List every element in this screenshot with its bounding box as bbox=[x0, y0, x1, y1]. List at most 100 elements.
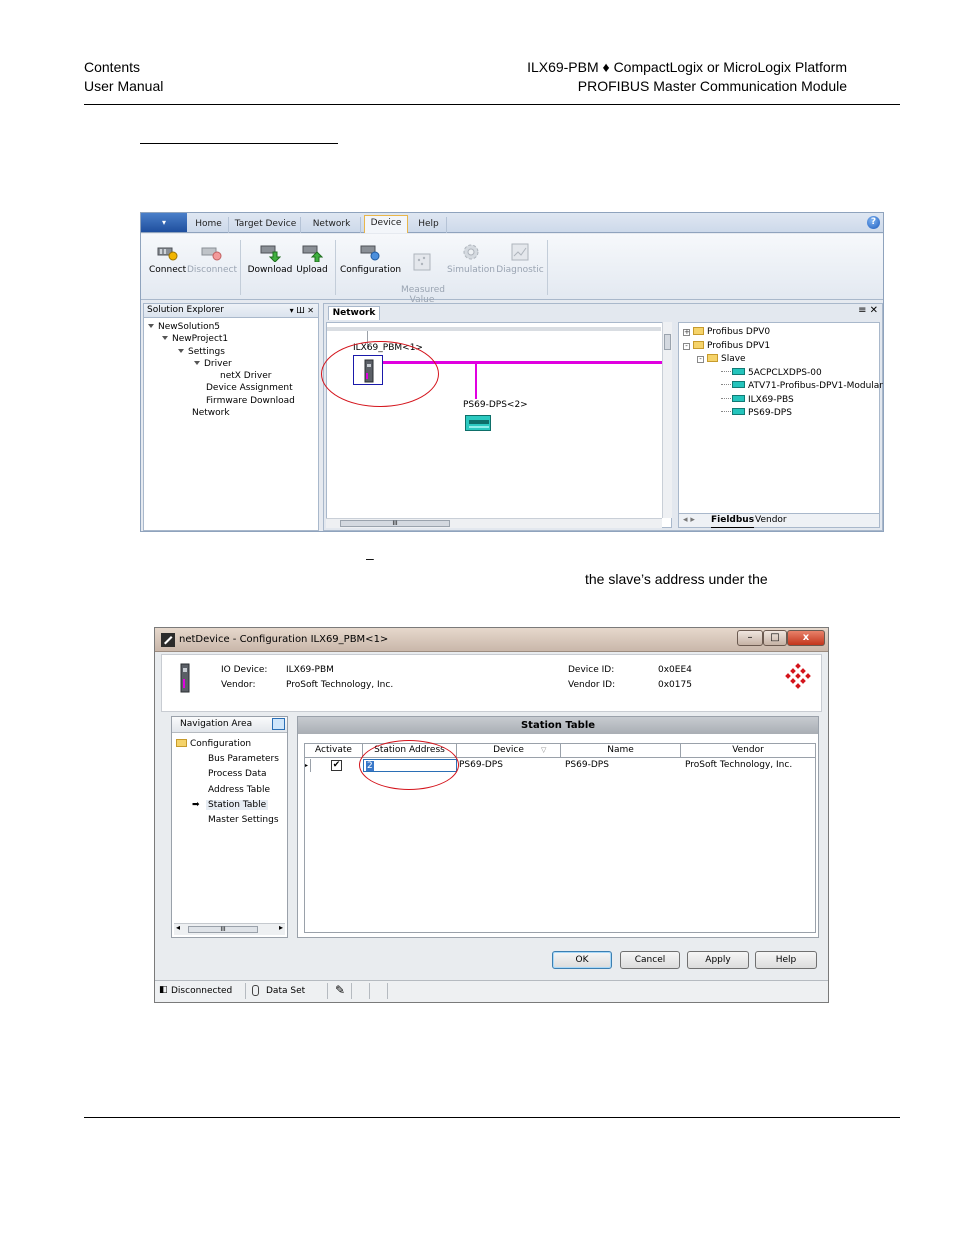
nav-pane-toggle-icon[interactable] bbox=[272, 718, 285, 730]
nav-item-address-table[interactable]: Address Table bbox=[176, 783, 279, 798]
measured-value-button[interactable]: Measured Value bbox=[401, 242, 445, 305]
device-catalog-pane: + Profibus DPV0 - Profibus DPV1 - Slave 5AC… bbox=[678, 322, 883, 528]
slave-device-icon bbox=[732, 408, 745, 415]
tab-help[interactable]: Help bbox=[411, 217, 447, 233]
solution-tree: NewSolution5 NewProject1 Settings Driver… bbox=[148, 321, 295, 419]
disconnect-button[interactable]: Disconnect bbox=[187, 242, 237, 275]
tab-target-device[interactable]: Target Device bbox=[231, 217, 301, 233]
ilx69-module-icon bbox=[180, 663, 190, 693]
row-vendor: ProSoft Technology, Inc. bbox=[685, 760, 793, 770]
network-pane: Network ≡ ✕ ILX69_PBM<1> PS69-DPS<2> III bbox=[323, 303, 883, 531]
scroll-thumb[interactable]: III bbox=[188, 926, 258, 933]
catalog-item-dpv1[interactable]: - Profibus DPV1 bbox=[683, 340, 883, 354]
ok-button[interactable]: OK bbox=[552, 951, 612, 969]
measured-value-icon bbox=[413, 253, 431, 271]
help-icon[interactable]: ? bbox=[867, 216, 880, 229]
scroll-thumb[interactable]: III bbox=[340, 520, 450, 527]
io-device-value: ILX69-PBM bbox=[286, 665, 334, 675]
nav-item-process-data[interactable]: Process Data bbox=[176, 767, 279, 782]
col-name[interactable]: Name bbox=[561, 744, 681, 757]
catalog-item-atv71[interactable]: ATV71-Profibus-DPV1-Modular bbox=[683, 380, 883, 394]
catalog-item-ilx69-pbs[interactable]: ILX69-PBS bbox=[683, 394, 883, 408]
status-connection: Disconnected bbox=[171, 986, 233, 996]
diagnostic-label: Diagnostic bbox=[496, 265, 544, 275]
connect-icon bbox=[157, 247, 178, 261]
solution-explorer-pane: Solution Explorer ▾ Ш ✕ NewSolution5 New… bbox=[143, 303, 319, 531]
tree-item-project[interactable]: NewProject1 bbox=[148, 333, 295, 345]
slave-device-node[interactable] bbox=[465, 415, 491, 431]
row-name: PS69-DPS bbox=[565, 760, 609, 770]
upload-button[interactable]: Upload bbox=[294, 242, 330, 275]
download-label: Download bbox=[247, 265, 293, 275]
disconnect-icon bbox=[201, 247, 222, 261]
hilscher-logo-icon bbox=[785, 663, 811, 689]
catalog-item-dpv0[interactable]: + Profibus DPV0 bbox=[683, 326, 883, 340]
nav-item-station-table[interactable]: ➡ Station Table bbox=[176, 798, 279, 813]
network-horizontal-scrollbar[interactable]: III bbox=[326, 518, 662, 528]
tab-home[interactable]: Home bbox=[189, 217, 229, 233]
catalog-tab-scroll-arrows-icon[interactable]: ◂ ▸ bbox=[683, 514, 695, 527]
cancel-button[interactable]: Cancel bbox=[620, 951, 680, 969]
netdevice-app-icon bbox=[161, 633, 175, 647]
configuration-button[interactable]: Configuration bbox=[340, 242, 402, 275]
highlight-ellipse bbox=[359, 740, 459, 790]
nav-item-configuration[interactable]: Configuration bbox=[176, 737, 279, 752]
nav-item-bus-parameters[interactable]: Bus Parameters bbox=[176, 752, 279, 767]
sort-indicator-icon: ▽ bbox=[541, 746, 547, 754]
disconnect-label: Disconnect bbox=[187, 265, 237, 275]
help-button[interactable]: Help bbox=[755, 951, 817, 969]
close-button[interactable]: x bbox=[787, 630, 825, 646]
tree-item-device-assignment[interactable]: Device Assignment bbox=[148, 382, 295, 394]
header-right-line2: PROFIBUS Master Communication Module bbox=[577, 78, 847, 94]
simulation-button[interactable]: Simulation bbox=[447, 242, 495, 275]
pane-controls-icon[interactable]: ▾ Ш ✕ bbox=[290, 304, 314, 317]
catalog-item-5acpclxdps[interactable]: 5ACPCLXDPS-00 bbox=[683, 367, 883, 381]
expand-triangle-icon bbox=[194, 360, 200, 365]
vendor-id-label: Vendor ID: bbox=[568, 680, 616, 690]
expand-triangle-icon bbox=[162, 336, 168, 341]
activate-checkbox[interactable]: ✔ bbox=[331, 760, 342, 771]
tree-item-driver[interactable]: Driver bbox=[148, 358, 295, 370]
col-activate[interactable]: Activate bbox=[305, 744, 363, 757]
status-separator bbox=[245, 983, 246, 999]
tab-network-view[interactable]: Network bbox=[328, 306, 380, 320]
tree-item-solution[interactable]: NewSolution5 bbox=[148, 321, 295, 333]
application-menu-button[interactable]: ▾ bbox=[141, 213, 187, 232]
scroll-thumb[interactable] bbox=[664, 334, 671, 350]
io-device-label: IO Device: bbox=[221, 665, 268, 675]
configuration-label: Configuration bbox=[340, 265, 402, 275]
nav-horizontal-scrollbar[interactable]: ◂ III ▸ bbox=[174, 923, 285, 935]
tree-item-network[interactable]: Network bbox=[148, 407, 295, 419]
download-button[interactable]: Download bbox=[247, 242, 293, 275]
minimize-button[interactable]: – bbox=[737, 630, 763, 646]
highlight-ellipse bbox=[321, 341, 439, 407]
maximize-button[interactable]: □ bbox=[763, 630, 787, 646]
status-bar: ◧ Disconnected Data Set ✎ bbox=[155, 980, 828, 1002]
expand-triangle-icon bbox=[178, 348, 184, 353]
tab-network[interactable]: Network bbox=[303, 217, 361, 233]
network-pane-controls-icon[interactable]: ≡ ✕ bbox=[858, 305, 878, 316]
tree-item-settings[interactable]: Settings bbox=[148, 346, 295, 358]
tree-item-netx-driver[interactable]: netX Driver bbox=[148, 370, 295, 382]
tab-device[interactable]: Device bbox=[364, 215, 408, 233]
row-selector-icon[interactable]: ▸ bbox=[305, 759, 311, 772]
diagnostic-button[interactable]: Diagnostic bbox=[496, 242, 544, 275]
tree-item-firmware-download[interactable]: Firmware Download bbox=[148, 395, 295, 407]
nav-item-master-settings[interactable]: Master Settings bbox=[176, 813, 279, 828]
apply-button[interactable]: Apply bbox=[687, 951, 749, 969]
tab-vendor[interactable]: Vendor bbox=[755, 514, 787, 527]
tab-fieldbus[interactable]: Fieldbus bbox=[711, 514, 755, 528]
configuration-icon bbox=[360, 245, 380, 261]
vendor-value: ProSoft Technology, Inc. bbox=[286, 680, 394, 690]
tree-line bbox=[721, 370, 731, 372]
folder-open-icon bbox=[707, 354, 718, 362]
col-vendor[interactable]: Vendor bbox=[681, 744, 815, 757]
network-vertical-scrollbar[interactable] bbox=[662, 322, 672, 518]
vendor-label: Vendor: bbox=[221, 680, 256, 690]
scroll-left-icon[interactable]: ◂ bbox=[176, 923, 180, 932]
catalog-item-ps69-dps[interactable]: PS69-DPS bbox=[683, 407, 883, 421]
catalog-item-slave[interactable]: - Slave bbox=[683, 353, 883, 367]
scroll-right-icon[interactable]: ▸ bbox=[279, 923, 283, 932]
connect-button[interactable]: Connect bbox=[149, 242, 186, 275]
device-info-panel: IO Device: ILX69-PBM Vendor: ProSoft Tec… bbox=[161, 654, 822, 712]
